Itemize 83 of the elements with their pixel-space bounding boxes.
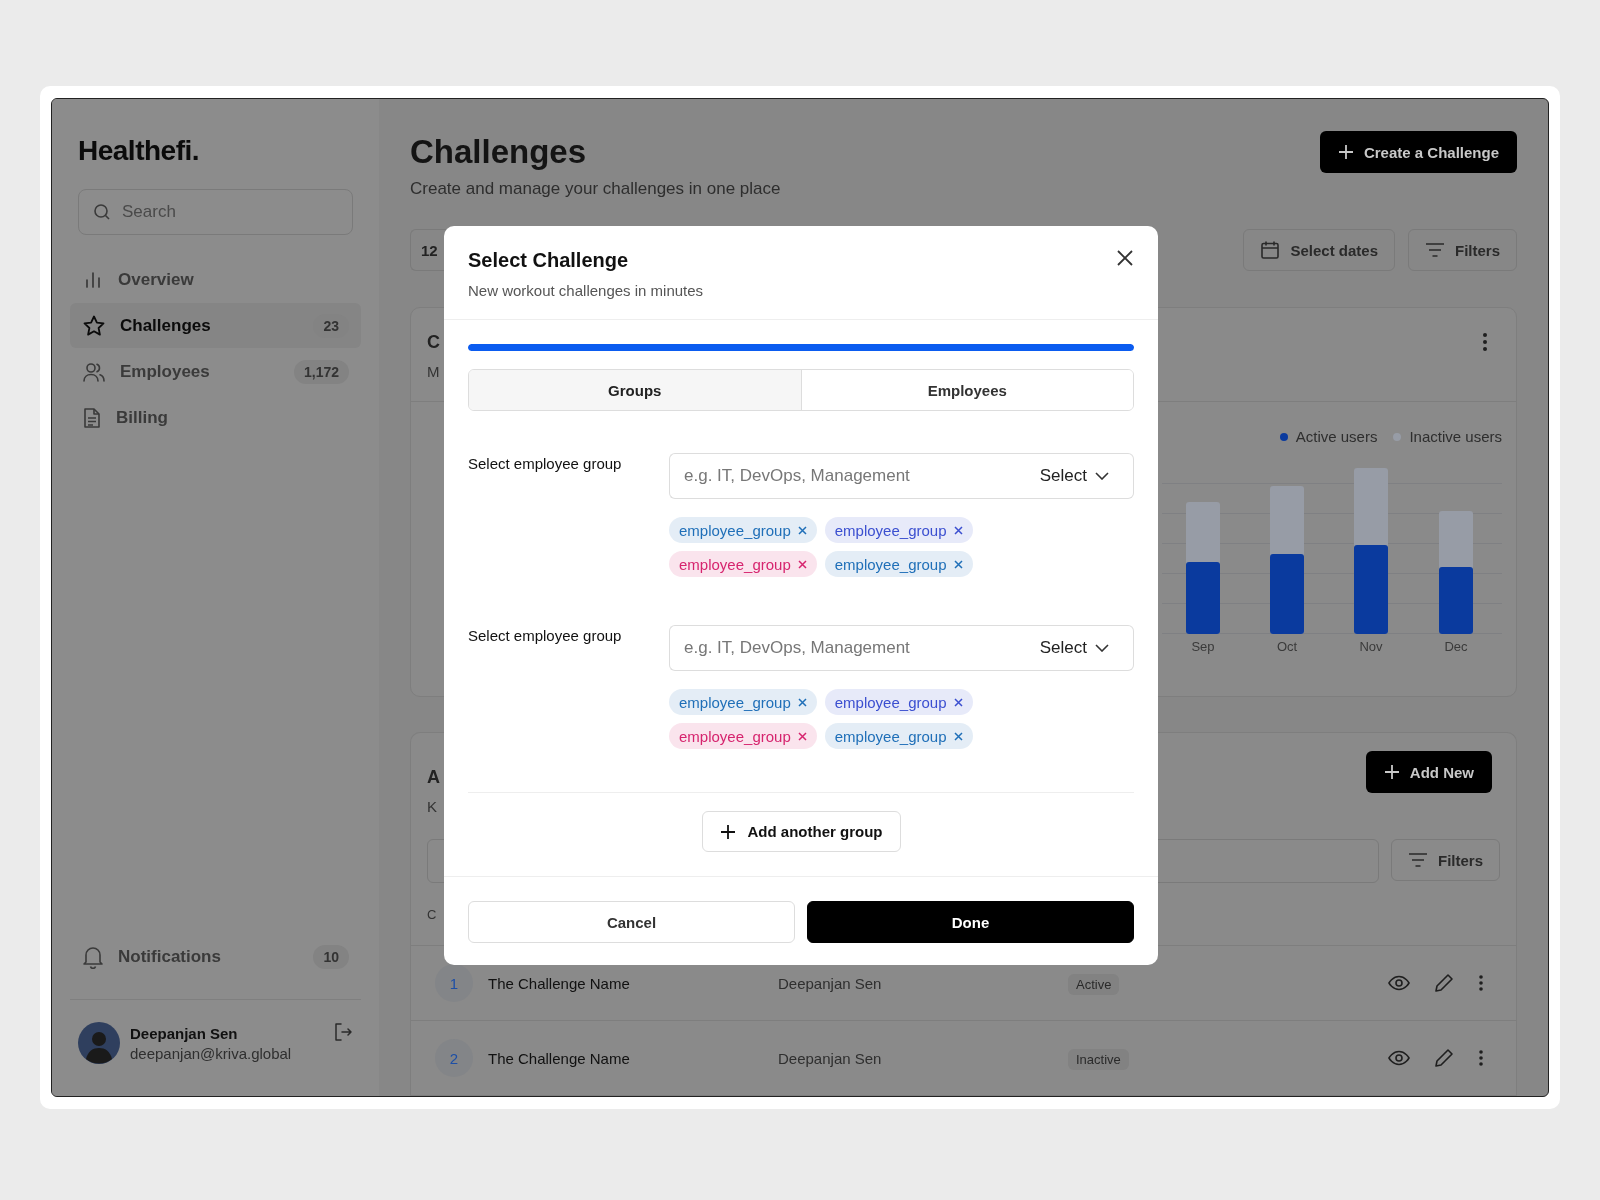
remove-icon[interactable]	[953, 731, 963, 741]
tab[interactable]: Employees	[800, 370, 1133, 410]
pencil-icon[interactable]	[1434, 973, 1454, 993]
select-dates-button[interactable]: Select dates	[1243, 229, 1395, 271]
plus-icon	[719, 823, 736, 840]
users-icon	[82, 360, 106, 383]
card-title: A	[427, 767, 440, 788]
filters-button[interactable]: Filters	[1408, 229, 1517, 271]
row-number: 1	[435, 964, 473, 1002]
field-label: Select employee group	[468, 626, 623, 646]
plus-icon	[1383, 764, 1400, 780]
status-badge: Active	[1068, 973, 1120, 995]
eye-icon[interactable]	[1388, 975, 1410, 991]
logout-icon[interactable]	[333, 1022, 353, 1042]
group-chip[interactable]: employee_group	[824, 689, 973, 715]
cancel-button[interactable]: Cancel	[468, 901, 795, 943]
card-subtitle: K	[427, 798, 438, 815]
remove-icon[interactable]	[797, 559, 807, 569]
challenge-name: The Challenge Name	[488, 1049, 631, 1067]
more-icon[interactable]	[1482, 332, 1488, 352]
page-subtitle: Create and manage your challenges in one place	[410, 179, 781, 199]
field-label: Select employee group	[468, 454, 623, 474]
calendar-icon	[1260, 240, 1281, 260]
eye-icon[interactable]	[1388, 1050, 1410, 1066]
tab[interactable]: Groups	[469, 370, 801, 410]
search-field[interactable]: Search	[78, 189, 353, 235]
remove-icon[interactable]	[953, 697, 963, 707]
month-label: Sep	[1191, 639, 1215, 654]
group-chip[interactable]: employee_group	[669, 723, 817, 749]
dialog-title: Select Challenge	[468, 249, 630, 272]
month-label: Oct	[1276, 639, 1298, 654]
group-chip[interactable]: employee_group	[669, 517, 817, 543]
user-email: deepanjan@kriva.global	[130, 1044, 293, 1062]
remove-icon[interactable]	[797, 731, 807, 741]
nav-item[interactable]: Employees 1,172	[70, 349, 361, 394]
add-group-button[interactable]: Add another group	[701, 811, 901, 852]
dialog-subtitle: New workout challenges in minutes	[468, 282, 704, 299]
group-chip[interactable]: employee_group	[824, 551, 973, 577]
owner-name: Deepanjan Sen	[778, 974, 883, 992]
user-name: Deepanjan Sen	[130, 1024, 239, 1042]
remove-icon[interactable]	[797, 525, 807, 535]
card-subtitle: M	[427, 363, 440, 380]
done-button[interactable]: Done	[807, 901, 1134, 943]
close-icon[interactable]	[1116, 249, 1134, 267]
add-new-button[interactable]: Add New	[1365, 751, 1492, 793]
nav-item[interactable]: Challenges 23	[70, 303, 361, 348]
star-icon	[82, 313, 106, 338]
logo: Healthefi.	[78, 135, 201, 167]
plus-icon	[1337, 144, 1354, 160]
challenge-name: The Challenge Name	[488, 974, 631, 992]
more-icon[interactable]	[1478, 1049, 1484, 1067]
owner-name: Deepanjan Sen	[778, 1049, 883, 1067]
card-title: C	[427, 332, 440, 353]
page-title: Challenges	[410, 132, 588, 172]
count-badge: 1,172	[293, 359, 349, 384]
more-icon[interactable]	[1478, 974, 1484, 992]
remove-icon[interactable]	[797, 697, 807, 707]
notifications-item[interactable]: Notifications 10	[70, 934, 361, 979]
group-chip[interactable]: employee_group	[669, 551, 817, 577]
status-badge: Inactive	[1068, 1048, 1129, 1070]
pencil-icon[interactable]	[1434, 1048, 1454, 1068]
group-chip[interactable]: employee_group	[824, 723, 973, 749]
create-challenge-button[interactable]: Create a Challenge	[1319, 131, 1517, 173]
group-chip[interactable]: employee_group	[669, 689, 817, 715]
remove-icon[interactable]	[953, 525, 963, 535]
row-number: 2	[435, 1039, 473, 1077]
column-header: C	[427, 906, 437, 922]
group-chip[interactable]: employee_group	[824, 517, 973, 543]
month-label: Nov	[1359, 639, 1383, 654]
nav-item[interactable]: Overview	[70, 257, 361, 302]
legend-item: Active users	[1279, 428, 1378, 445]
count-badge: 10	[313, 944, 349, 969]
remove-icon[interactable]	[953, 559, 963, 569]
document-icon	[82, 406, 102, 429]
avatar	[78, 1022, 120, 1064]
filter-icon	[1425, 242, 1445, 258]
filter-icon	[1408, 852, 1428, 868]
filters-button[interactable]: Filters	[1391, 839, 1500, 881]
bell-icon	[82, 944, 104, 969]
nav-item[interactable]: Billing	[70, 395, 361, 440]
month-label: Dec	[1444, 639, 1468, 654]
search-icon	[92, 202, 112, 222]
legend-item: Inactive users	[1393, 428, 1502, 445]
